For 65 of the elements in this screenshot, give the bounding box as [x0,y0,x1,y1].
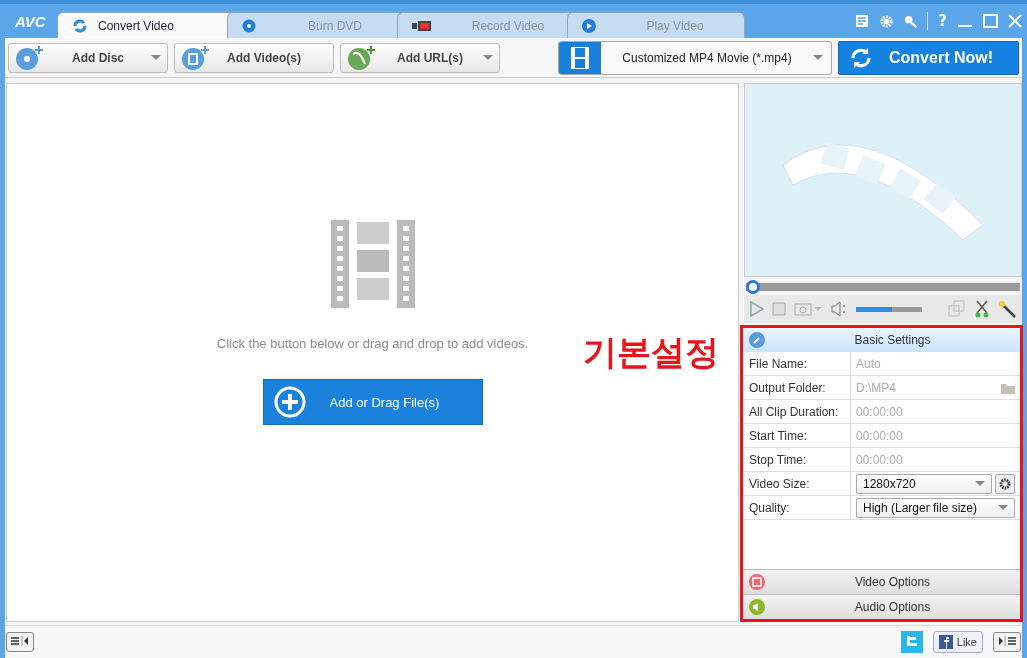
seek-bar[interactable] [746,280,1020,294]
film-icon [571,46,589,69]
caret-icon [998,505,1008,510]
setting-value: D:\MP4 [856,380,897,395]
annotation-label: 기본설정 [583,331,719,374]
film-add-icon [181,43,211,72]
f-icon [938,635,953,649]
list-toggle-button[interactable] [6,632,34,652]
caret-icon [813,55,823,60]
close-icon[interactable] [1008,14,1022,28]
plus-icon [273,386,306,418]
setting-value: 00:00:00 [856,404,903,419]
toolbar-button[interactable]: Add URL(s) [340,42,500,73]
section-header[interactable]: Video Options [743,569,1020,594]
list-collapse-icon [9,635,31,647]
disc-icon [242,18,256,33]
setting-label: Stop Time: [743,448,851,471]
film-icon [749,574,765,590]
setting-label: File Name: [743,352,851,375]
settings-header[interactable]: Basic Settings [743,328,1020,352]
volume-slider[interactable] [856,306,922,312]
caret-icon [975,481,985,486]
settings-button[interactable] [995,473,1015,494]
profile-dropdown[interactable]: Customized MP4 Movie (*.mp4) [558,40,832,75]
seek-thumb[interactable] [746,280,760,294]
speaker-icon[interactable] [830,301,848,317]
stop-icon[interactable] [772,302,786,316]
app-logo: AVC [14,13,47,32]
caret-icon [151,55,161,60]
setting-value: 00:00:00 [856,428,903,443]
list-icon[interactable] [855,14,870,28]
convert-button[interactable]: Convert Now! [838,40,1019,75]
like-button[interactable]: Like [932,631,983,653]
folder-icon[interactable] [1001,381,1015,394]
toolbar-button[interactable]: Add Video(s) [174,42,334,73]
playlist-toggle-button[interactable] [993,632,1021,652]
copy-icon[interactable] [948,300,966,318]
setting-label: Video Size: [743,472,851,495]
quality-dropdown[interactable]: High (Larger file size) [856,497,1015,518]
refresh-icon [72,17,88,34]
camera-icon [412,20,432,31]
setting-label: Output Folder: [743,376,851,399]
film-strip-icon [328,220,417,308]
setting-value: 00:00:00 [856,452,903,467]
drop-hint: Click the button below or drag and drop to add videos. [216,336,529,351]
caret-icon [483,55,493,60]
size-dropdown[interactable]: 1280x720 [856,473,992,494]
toolbar-button[interactable]: Add Disc [8,42,168,73]
setting-label: All Clip Duration: [743,400,851,423]
disc-add-icon [15,43,45,72]
add-files-button[interactable]: Add or Drag File(s) [262,379,483,425]
setting-label: Start Time: [743,424,851,447]
scissors-icon[interactable] [974,300,990,318]
play-icon[interactable] [750,301,764,317]
setting-value: Auto [856,356,881,371]
speaker-icon [749,599,765,615]
gear-icon [999,477,1011,490]
play-icon [582,18,596,33]
list-expand-icon [996,635,1018,647]
settings-icon[interactable] [879,13,895,29]
camera-icon[interactable] [794,302,822,316]
maximize-icon[interactable] [983,14,998,28]
section-header[interactable]: Audio Options [743,594,1020,619]
setting-label: Quality: [743,496,851,519]
magic-wand-icon[interactable] [998,300,1016,318]
